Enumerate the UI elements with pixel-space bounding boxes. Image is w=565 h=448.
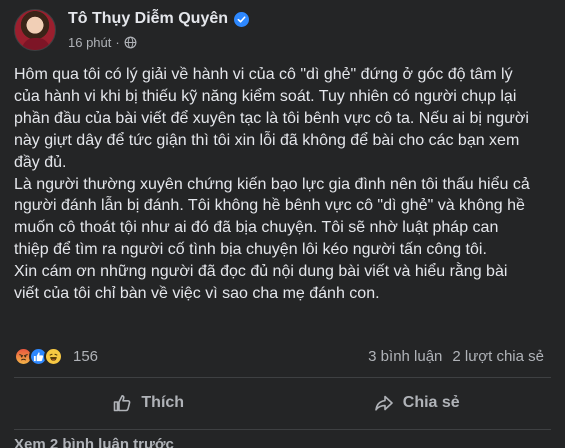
like-button[interactable]: Thích (14, 382, 283, 424)
verified-badge-icon (234, 11, 250, 27)
thumbs-up-icon (114, 395, 131, 412)
engagement-counts: 3 bình luận 2 lượt chia sẻ (368, 348, 544, 365)
post-paragraph: Xin cám ơn những người đã đọc đủ nội dun… (14, 263, 508, 303)
globe-icon (124, 36, 137, 49)
author-avatar[interactable] (14, 9, 56, 51)
comment-count[interactable]: 3 bình luận (368, 348, 442, 365)
share-count[interactable]: 2 lượt chia sẻ (452, 348, 544, 365)
haha-icon (44, 346, 63, 366)
post-timestamp[interactable]: 16 phút (68, 35, 111, 50)
divider-bottom (14, 429, 551, 430)
author-row: Tô Thụy Diễm Quyên (68, 8, 250, 30)
post-paragraph: Là người thường xuyên chứng kiến bạo lực… (14, 175, 530, 259)
like-label: Thích (141, 394, 185, 411)
reaction-count[interactable]: 156 (73, 348, 98, 365)
share-arrow-icon (374, 395, 393, 411)
author-name[interactable]: Tô Thụy Diễm Quyên (68, 10, 228, 28)
post-stats: 156 3 bình luận 2 lượt chia sẻ (14, 344, 544, 368)
post-actions: Thích Chia sẻ (14, 382, 551, 424)
share-label: Chia sẻ (402, 394, 460, 411)
reaction-icons[interactable] (14, 346, 63, 366)
meta-separator: · (115, 34, 120, 50)
share-button[interactable]: Chia sẻ (283, 382, 552, 424)
post-body: Hôm qua tôi có lý giải về hành vi của cô… (14, 64, 532, 305)
post-paragraph: Hôm qua tôi có lý giải về hành vi của cô… (14, 66, 529, 171)
divider-top (14, 377, 551, 378)
view-previous-comments-link[interactable]: Xem 2 bình luận trước (14, 436, 174, 448)
post-header: Tô Thụy Diễm Quyên 16 phút · (14, 6, 554, 56)
facebook-post: Tô Thụy Diễm Quyên 16 phút · Hôm qua tôi… (0, 0, 565, 448)
post-meta: 16 phút · (68, 33, 137, 51)
